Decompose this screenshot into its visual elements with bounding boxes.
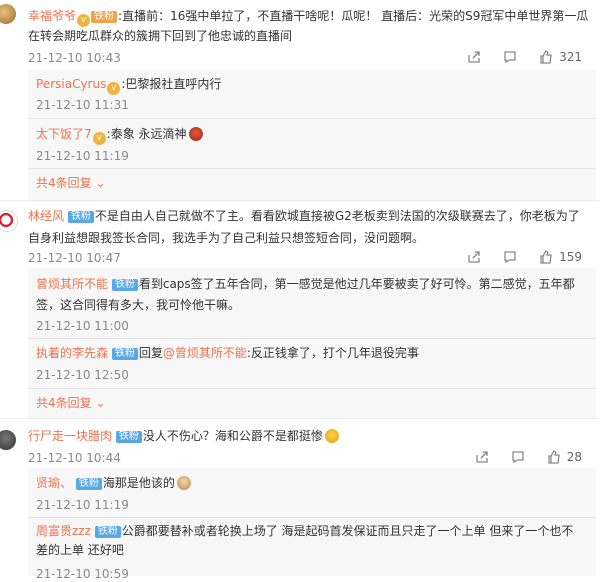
avatar[interactable] xyxy=(0,430,16,450)
comment-time: 21-12-10 10:43 xyxy=(28,51,121,65)
thumbs-up-icon xyxy=(540,50,552,64)
divider xyxy=(28,388,596,389)
reply-prefix: 回复 xyxy=(138,346,163,360)
comment-icon xyxy=(504,251,516,264)
comment-username[interactable]: 林经风 xyxy=(28,209,64,223)
fan-badge: 铁粉 xyxy=(75,478,102,490)
share-button[interactable] xyxy=(475,450,489,464)
divider xyxy=(28,168,596,169)
reply-text-cont: 差的上单 还好吧 xyxy=(36,543,124,557)
reply-button[interactable] xyxy=(511,450,525,464)
vip-icon: v xyxy=(92,132,106,145)
comment-time: 21-12-10 10:44 xyxy=(28,451,121,465)
fan-badge: 铁粉 xyxy=(91,11,118,23)
reply-text: :反正钱拿了，打个几年退役完事 xyxy=(246,346,419,360)
avatar[interactable] xyxy=(0,4,16,24)
reply-text: 巴黎报社直呼内行 xyxy=(125,77,222,91)
comment-list: 幸福爷爷 v 铁粉:直播前：16强中单拉了，不直播干啥呢！瓜呢！ 直播后：光荣的S9… xyxy=(0,0,600,581)
like-button[interactable]: 28 xyxy=(547,450,582,464)
reply-text: 泰象 永远滴神 xyxy=(110,127,187,141)
reply-time: 21-12-10 10:59 xyxy=(36,567,129,581)
emoji-icon xyxy=(188,127,203,141)
like-button[interactable]: 159 xyxy=(539,250,582,264)
vip-icon: v xyxy=(77,14,91,27)
comment-actions: 159 xyxy=(445,250,582,264)
fan-badge: 铁粉 xyxy=(67,211,94,223)
chevron-down-icon[interactable]: ⌄ xyxy=(92,176,105,190)
mention-link[interactable]: @曾烦其所不能 xyxy=(163,346,247,360)
comment-text: 直播前：16强中单拉了，不直播干啥呢！瓜呢！ 直播后：光荣的S9冠军中单世界第一… xyxy=(122,9,589,23)
reply-time: 21-12-10 11:19 xyxy=(36,149,129,163)
emoji-icon xyxy=(176,476,191,490)
avatar[interactable] xyxy=(0,210,18,232)
reply-username[interactable]: 执着的李先森 xyxy=(36,346,108,360)
like-button[interactable]: 321 xyxy=(539,50,582,64)
emoji-icon xyxy=(324,429,339,443)
share-button[interactable] xyxy=(467,50,481,64)
share-icon xyxy=(476,451,488,463)
reply-text: 公爵都要替补或者轮换上场了 海是起码首发保证而且只走了一个上单 但来了一个也不 xyxy=(121,524,574,538)
comment-icon xyxy=(512,451,524,464)
reply-time: 21-12-10 11:31 xyxy=(36,98,129,112)
more-replies-link[interactable]: 共4条回复 xyxy=(36,176,92,190)
like-count: 159 xyxy=(559,250,582,264)
comment-text: 不是自由人自己就做不了主。看看欧城直接被G2老板卖到法国的次级联赛去了，你老板为… xyxy=(94,209,580,223)
comment-text-cont: 在转会期吃瓜群众的簇拥下回到了他忠诚的直播间 xyxy=(28,29,293,43)
reply-text-cont: 签，这合同得有多大，我可怜他干嘛。 xyxy=(36,298,241,312)
divider xyxy=(0,418,600,419)
reply-username[interactable]: 周富贵zzz xyxy=(36,524,91,538)
comment-actions: 28 xyxy=(453,450,582,464)
reply-button[interactable] xyxy=(503,250,517,264)
share-icon xyxy=(468,251,480,263)
like-count: 321 xyxy=(559,50,582,64)
divider xyxy=(28,338,596,339)
reply-username[interactable]: PersiaCyrus xyxy=(36,77,106,91)
divider xyxy=(28,517,596,518)
reply-time: 21-12-10 12:50 xyxy=(36,368,129,382)
comment-icon xyxy=(504,51,516,64)
reply-username[interactable]: 贤瑜、 xyxy=(36,476,72,490)
more-replies-link[interactable]: 共4条回复 xyxy=(36,396,92,410)
fan-badge: 铁粉 xyxy=(94,526,121,538)
reply-username[interactable]: 曾烦其所不能 xyxy=(36,277,108,291)
fan-badge: 铁粉 xyxy=(111,348,138,360)
fan-badge: 铁粉 xyxy=(115,431,142,443)
reply-text: 看到caps签了五年合同，第一感觉是他过几年要被卖了好可怜。第二感觉，五年都 xyxy=(138,277,575,291)
reply-time: 21-12-10 11:00 xyxy=(36,319,129,333)
share-icon xyxy=(468,51,480,63)
comment-username[interactable]: 行尸走一块腊肉 xyxy=(28,429,112,443)
comment-time: 21-12-10 10:47 xyxy=(28,251,121,265)
chevron-down-icon[interactable]: ⌄ xyxy=(92,396,105,410)
share-button[interactable] xyxy=(467,250,481,264)
reply-username[interactable]: 太下饭了7 xyxy=(36,127,92,141)
fan-badge: 铁粉 xyxy=(111,279,138,291)
comment-text: 没人不伤心？海和公爵不是都挺惨 xyxy=(142,429,323,443)
reply-text: 海那是他该的 xyxy=(102,476,175,490)
comment-actions: 321 xyxy=(445,50,582,64)
reply-button[interactable] xyxy=(503,50,517,64)
thumbs-up-icon xyxy=(548,450,560,464)
divider xyxy=(28,118,596,119)
reply-time: 21-12-10 11:19 xyxy=(36,498,129,512)
thumbs-up-icon xyxy=(540,250,552,264)
like-count: 28 xyxy=(566,450,582,464)
divider xyxy=(0,200,600,201)
vip-icon: v xyxy=(107,82,121,95)
comment-username[interactable]: 幸福爷爷 xyxy=(28,9,76,23)
comment-text-cont: 自身利益想跟我签长合同，我选手为了自己利益只想签短合同，没问题啊。 xyxy=(28,231,425,245)
